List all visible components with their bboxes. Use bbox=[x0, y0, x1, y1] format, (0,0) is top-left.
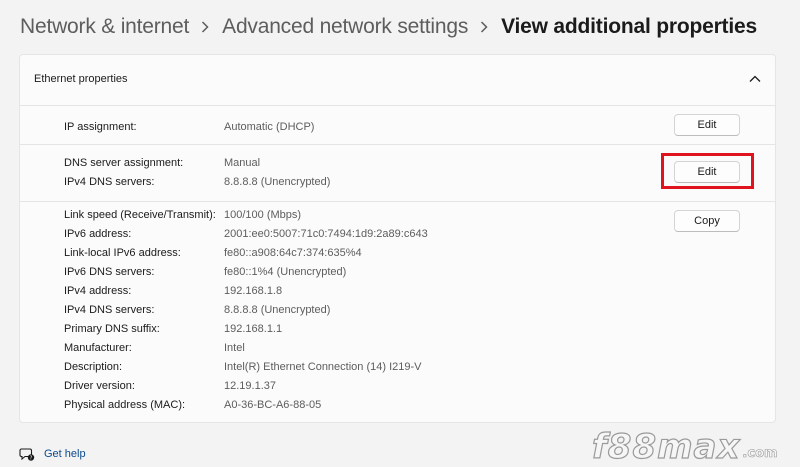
property-value: 192.168.1.8 bbox=[224, 285, 283, 297]
watermark-text: f88max bbox=[591, 427, 741, 467]
dns-assignment-edit-button[interactable]: Edit bbox=[674, 161, 740, 183]
ip-assignment-section: IP assignment: Automatic (DHCP) Edit bbox=[20, 106, 775, 145]
property-label: IPv6 DNS servers: bbox=[64, 266, 155, 278]
help-icon: ? bbox=[19, 446, 35, 462]
ethernet-properties-header[interactable]: Ethernet properties bbox=[20, 55, 775, 106]
property-value: 2001:ee0:5007:71c0:7494:1d9:2a89:c643 bbox=[224, 228, 428, 240]
watermark-logo: f88max .com bbox=[591, 427, 782, 467]
chevron-right-icon bbox=[480, 21, 488, 33]
property-value: Automatic (DHCP) bbox=[224, 121, 315, 133]
breadcrumb-network-internet[interactable]: Network & internet bbox=[20, 15, 189, 39]
property-value: fe80::a908:64c7:374:635%4 bbox=[224, 247, 362, 259]
breadcrumb: Network & internet Advanced network sett… bbox=[20, 10, 757, 44]
property-label: IPv6 address: bbox=[64, 228, 132, 240]
property-label: Description: bbox=[64, 361, 123, 373]
page-title: View additional properties bbox=[501, 15, 757, 38]
property-label: IPv4 DNS servers: bbox=[64, 176, 155, 188]
property-label: Primary DNS suffix: bbox=[64, 323, 160, 335]
property-label: Link-local IPv6 address: bbox=[64, 247, 181, 259]
property-value: A0-36-BC-A6-88-05 bbox=[224, 399, 322, 411]
ip-assignment-edit-button[interactable]: Edit bbox=[674, 114, 740, 136]
property-value: Intel(R) Ethernet Connection (14) I219-V bbox=[224, 361, 422, 373]
copy-button[interactable]: Copy bbox=[674, 210, 740, 232]
property-label: IPv4 DNS servers: bbox=[64, 304, 155, 316]
watermark-domain: .com bbox=[742, 446, 778, 462]
svg-text:?: ? bbox=[30, 455, 33, 461]
property-label: Link speed (Receive/Transmit): bbox=[64, 209, 216, 221]
panel-title: Ethernet properties bbox=[34, 73, 128, 85]
chevron-up-icon[interactable] bbox=[749, 73, 761, 85]
network-details-section: Link speed (Receive/Transmit): 100/100 (… bbox=[20, 202, 775, 422]
property-label: Driver version: bbox=[64, 380, 135, 392]
property-value: 192.168.1.1 bbox=[224, 323, 283, 335]
property-value: fe80::1%4 (Unencrypted) bbox=[224, 266, 347, 278]
property-value: Intel bbox=[224, 342, 245, 354]
property-value: 12.19.1.37 bbox=[224, 380, 276, 392]
property-value: 8.8.8.8 (Unencrypted) bbox=[224, 304, 331, 316]
dns-assignment-section: DNS server assignment: Manual IPv4 DNS s… bbox=[20, 145, 775, 202]
get-help-link[interactable]: ? Get help bbox=[19, 446, 86, 462]
chevron-right-icon bbox=[201, 21, 209, 33]
property-label: Physical address (MAC): bbox=[64, 399, 186, 411]
property-label: IPv4 address: bbox=[64, 285, 132, 297]
property-label: DNS server assignment: bbox=[64, 157, 184, 169]
breadcrumb-advanced-network-settings[interactable]: Advanced network settings bbox=[222, 15, 468, 39]
property-value: Manual bbox=[224, 157, 261, 169]
ethernet-properties-panel: Ethernet properties IP assignment: Autom… bbox=[19, 54, 776, 423]
get-help-label: Get help bbox=[44, 448, 86, 460]
property-label: IP assignment: bbox=[64, 121, 137, 133]
property-label: Manufacturer: bbox=[64, 342, 132, 354]
property-value: 100/100 (Mbps) bbox=[224, 209, 302, 221]
property-value: 8.8.8.8 (Unencrypted) bbox=[224, 176, 331, 188]
